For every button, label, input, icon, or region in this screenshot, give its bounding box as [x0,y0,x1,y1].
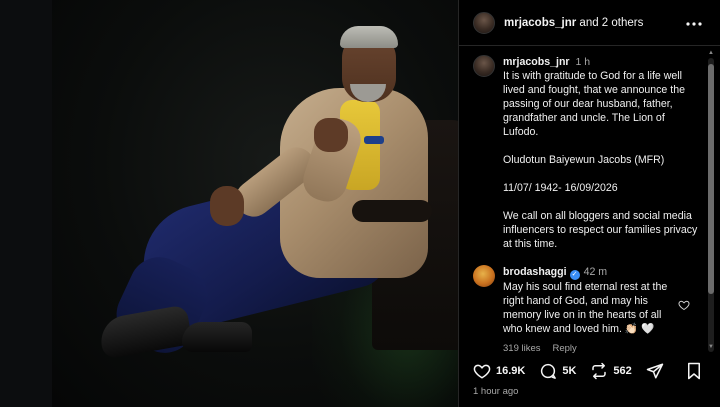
collab-text[interactable]: and 2 others [576,17,643,29]
comment-count: 5K [562,365,577,377]
photo-hair [340,26,398,48]
comment-likes[interactable]: 319 likes [503,343,541,354]
caption-paragraph-1: It is with gratitude to God for a life w… [503,70,685,138]
comment-heart-icon[interactable] [678,298,690,311]
scroll-down-arrow-icon[interactable]: ▼ [708,344,714,350]
caption: mrjacobs_jnr 1 h It is with gratitude to … [473,55,703,251]
post-viewer: mrjacobs_jnr and 2 others mrjacobs_jnr 1 … [0,0,720,407]
bookmark-icon[interactable] [686,362,702,385]
comment-icon [541,363,557,379]
author-username[interactable]: mrjacobs_jnr [504,17,576,29]
like-count: 16.9K [496,365,526,377]
caption-username[interactable]: mrjacobs_jnr [503,56,570,68]
verified-badge-icon: ✓ [569,270,580,280]
caption-paragraph-4: We call on all bloggers and social media… [503,210,698,250]
scrollbar[interactable] [708,58,714,352]
post-photo[interactable] [52,0,458,407]
caption-avatar[interactable] [473,55,495,77]
like-button[interactable]: 16.9K [473,362,525,380]
author-avatar[interactable] [473,11,495,34]
photo-shoe-back [182,322,252,352]
author-line: mrjacobs_jnr and 2 others [504,17,643,29]
commenter-avatar[interactable] [473,265,495,287]
heart-icon [473,364,491,379]
post-timestamp: 1 hour ago [473,386,519,397]
photo-hand-left [210,186,244,226]
photo-armrest [352,200,432,222]
comment-reply-button[interactable]: Reply [553,343,577,354]
repost-button[interactable]: 562 [590,362,632,380]
caption-paragraph-3: 11/07/ 1942- 16/09/2026 [503,182,618,194]
share-button[interactable] [646,362,669,380]
comment-button[interactable]: 5K [539,362,576,380]
repost-icon [592,362,607,380]
action-bar: 16.9K 5K 562 [473,360,713,382]
photo-shoe [97,304,193,360]
caption-paragraph-2: Oludotun Baiyewun Jacobs (MFR) [503,154,665,166]
backdrop [0,0,52,407]
photo-fist [314,118,348,152]
scroll-up-arrow-icon[interactable]: ▲ [708,50,714,56]
repost-count: 562 [613,365,632,377]
post-header: mrjacobs_jnr and 2 others [459,0,720,46]
post-side-panel: mrjacobs_jnr and 2 others mrjacobs_jnr 1 … [459,0,720,407]
comment-text: May his soul find eternal rest at the ri… [503,281,668,335]
comment-item: brodashaggi ✓ 42 m May his soul find etern… [473,265,705,356]
scrollbar-thumb[interactable] [708,64,714,294]
share-icon [646,363,664,379]
more-options-icon[interactable] [686,14,702,30]
caption-time: 1 h [575,56,591,68]
comment-time: 42 m [583,266,608,278]
commenter-username[interactable]: brodashaggi [503,266,567,278]
photo-pocket-square [364,136,384,144]
